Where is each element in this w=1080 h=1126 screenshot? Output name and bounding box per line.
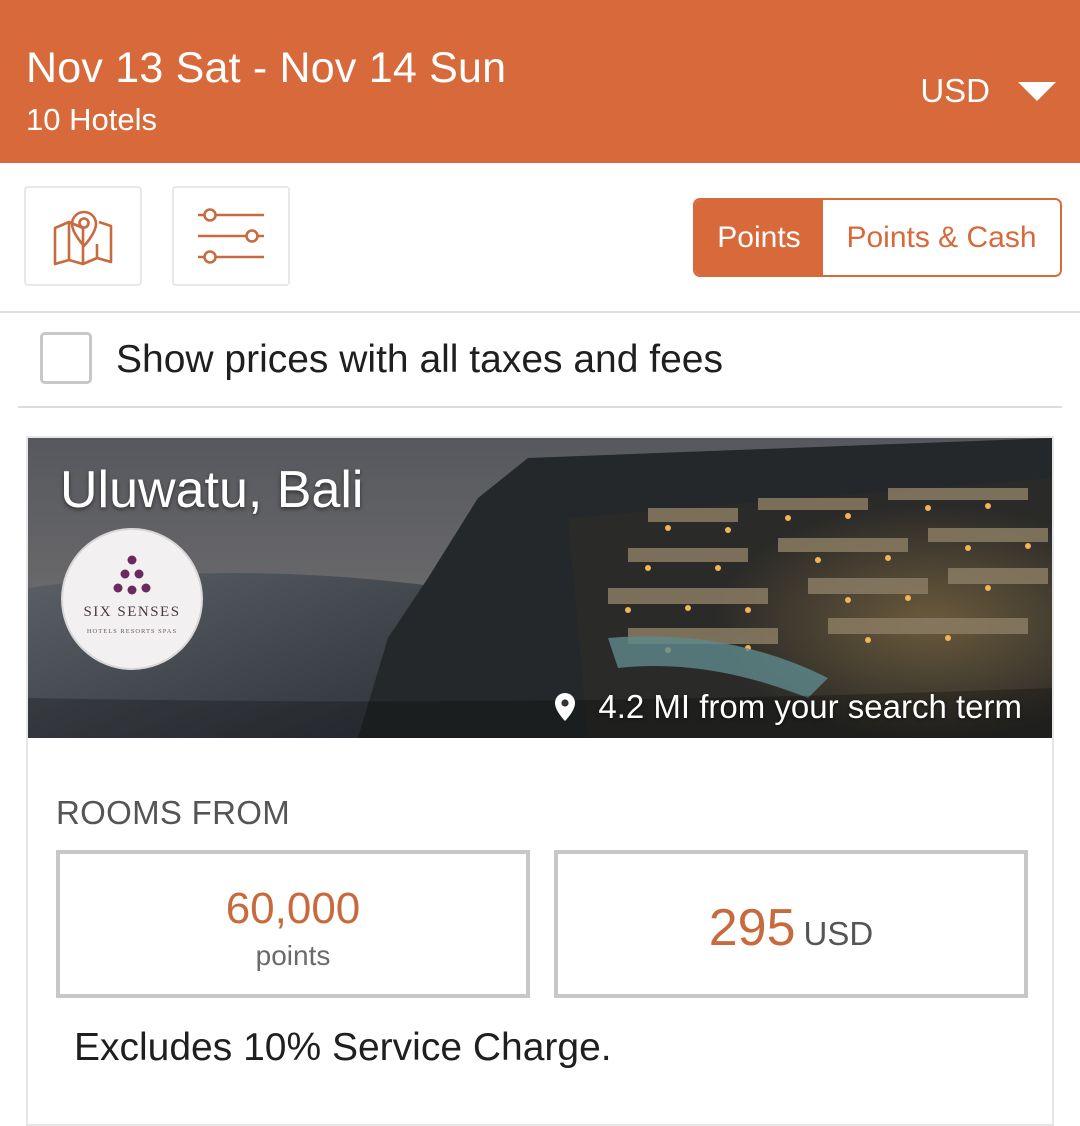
points-price: 60,000 <box>225 884 361 933</box>
date-range: Nov 13 Sat - Nov 14 Sun <box>26 44 507 92</box>
currency-selector[interactable]: USD <box>920 72 1056 110</box>
map-view-button[interactable] <box>24 186 142 286</box>
cash-price: 295 <box>708 899 796 957</box>
divider <box>0 311 1080 313</box>
cash-price-option[interactable]: 295 USD <box>554 850 1028 998</box>
divider <box>18 406 1062 408</box>
filter-button[interactable] <box>172 186 290 286</box>
brand-logo: SIX SENSES HOTELS RESORTS SPAS <box>61 528 203 670</box>
distance-info: 4.2 MI from your search term <box>554 688 1022 726</box>
currency-label: USD <box>920 72 990 109</box>
hotel-card[interactable]: Uluwatu, Bali SIX SENSES HOTELS RESORTS … <box>26 436 1054 1126</box>
search-summary-header: Nov 13 Sat - Nov 14 Sun 10 Hotels USD <box>0 0 1080 163</box>
brand-name: SIX SENSES <box>83 604 181 620</box>
cash-currency: USD <box>803 915 874 952</box>
hotel-count: 10 Hotels <box>26 102 157 137</box>
hotel-location: Uluwatu, Bali <box>60 461 364 519</box>
sliders-icon <box>198 208 264 264</box>
points-unit: points <box>255 940 331 971</box>
distance-text: 4.2 MI from your search term <box>598 688 1022 725</box>
brand-tagline: HOTELS RESORTS SPAS <box>86 628 178 635</box>
location-pin-icon <box>555 693 576 721</box>
points-price-option[interactable]: 60,000 points <box>56 850 530 998</box>
toggle-points[interactable]: Points <box>695 200 823 275</box>
payment-mode-toggle: Points Points & Cash <box>693 198 1062 277</box>
map-pin-icon <box>53 210 113 266</box>
taxes-fees-label[interactable]: Show prices with all taxes and fees <box>116 338 723 382</box>
taxes-fees-checkbox[interactable] <box>40 332 92 384</box>
service-charge-note: Excludes 10% Service Charge. <box>74 1026 612 1069</box>
caret-down-icon <box>1018 81 1056 101</box>
hotel-hero-image[interactable]: Uluwatu, Bali SIX SENSES HOTELS RESORTS … <box>28 438 1052 738</box>
toggle-points-and-cash[interactable]: Points & Cash <box>823 200 1060 275</box>
rooms-from-label: ROOMS FROM <box>56 794 290 831</box>
